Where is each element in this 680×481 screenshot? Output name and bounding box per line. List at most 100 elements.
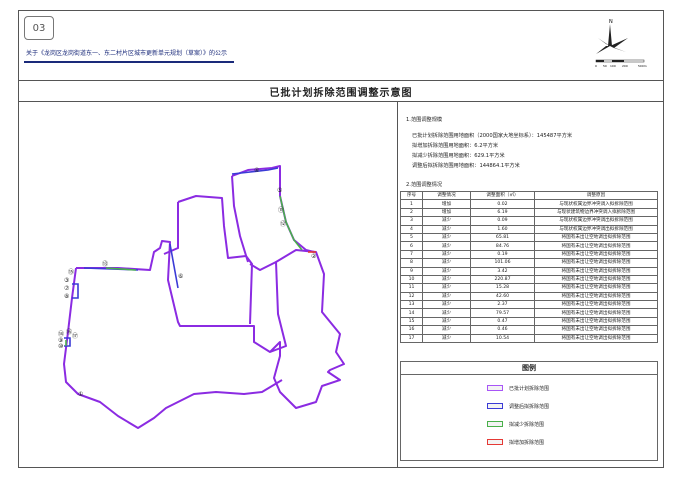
- info-panel: 1.范围调整规模 已批计划拆除范围用地面积（2000国家大地坐标系）：14548…: [398, 102, 664, 468]
- cell-type: 减少: [422, 258, 471, 268]
- cell-area: 84.76: [470, 241, 535, 251]
- cell-no: 8: [400, 258, 423, 268]
- cell-area: 0.46: [470, 325, 535, 335]
- map-label-2: ②: [311, 253, 317, 260]
- legend-label-approved: 已批计划拆除范围: [509, 385, 550, 392]
- site-map-drawing: ① ② ③ ④ ⑤ ⑥ ⑦ ⑧ ⑨ ⑩ ⑪ ⑫ ⑬ ⑭ ⑮ ⑯ ⑰: [58, 165, 345, 429]
- map-label-5: ⑤: [277, 187, 282, 194]
- legend-swatch-increase: [487, 439, 503, 445]
- cell-area: 101.06: [470, 258, 535, 268]
- table-row: 5 减少 65.81 将国有未出让空地调出拟拆除范围: [400, 232, 658, 243]
- main-title: 已批计划拆除范围调整示意图: [18, 80, 664, 102]
- cell-area: 0.09: [470, 216, 535, 226]
- cell-reason: 将国有未出让空地调出拟拆除范围: [534, 333, 658, 344]
- legend-label-increase: 拟增加拆除范围: [509, 439, 545, 446]
- cell-type: 减少: [422, 241, 471, 251]
- cell-area: 0.19: [470, 249, 535, 260]
- cell-reason: 将国有未出让空地调出拟拆除范围: [534, 325, 658, 335]
- cell-no: 2: [400, 207, 423, 218]
- cell-no: 14: [400, 308, 423, 318]
- scale-label-3: 200: [622, 64, 628, 68]
- table-row: 4 减少 1.60 与现状权属边界冲突调出拟拆除范围: [400, 224, 658, 234]
- stat-approved-area: 已批计划拆除范围用地面积（2000国家大地坐标系）：145487平方米: [412, 133, 573, 139]
- cell-area: 10.54: [470, 333, 535, 344]
- adjustment-table: 序号 调整情况 调整面积（㎡） 调整原因 1 增加 0.02 与现状权属边界冲突调入拟…: [400, 190, 658, 344]
- page-number: 03: [24, 16, 54, 40]
- table-row: 9 减少 3.42 将国有未出让空地调出拟拆除范围: [400, 266, 658, 276]
- cell-reason: 将国有未出让空地调出拟拆除范围: [534, 258, 658, 268]
- north-arrow-icon: N 0 50 100 200 500m: [595, 19, 647, 68]
- cell-type: 减少: [422, 283, 471, 293]
- cell-reason: 与现状建筑物边界冲突调入拟拆除范围: [534, 207, 658, 218]
- cell-area: 3.42: [470, 266, 535, 276]
- table-header-row: 序号 调整情况 调整面积（㎡） 调整原因: [400, 190, 658, 201]
- col-header-area: 调整面积（㎡）: [470, 190, 535, 201]
- table-row: 15 减少 0.47 将国有未出让空地调出拟拆除范围: [400, 316, 658, 327]
- cell-no: 9: [400, 266, 423, 276]
- reduce-boundary: [65, 195, 303, 346]
- cell-type: 减少: [422, 291, 471, 302]
- section1-title: 1.范围调整规模: [406, 117, 443, 123]
- table-row: 11 减少 15.28 将国有未出让空地调出拟拆除范围: [400, 283, 658, 293]
- cell-no: 11: [400, 283, 423, 293]
- table-row: 14 减少 79.57 将国有未出让空地调出拟拆除范围: [400, 308, 658, 318]
- col-header-type: 调整情况: [422, 190, 471, 201]
- cell-reason: 与现状权属边界冲突调出拟拆除范围: [534, 216, 658, 226]
- table-row: 16 减少 0.46 将国有未出让空地调出拟拆除范围: [400, 325, 658, 335]
- cell-area: 65.81: [470, 232, 535, 243]
- cell-area: 42.60: [470, 291, 535, 302]
- cell-type: 减少: [422, 266, 471, 276]
- cell-no: 15: [400, 316, 423, 327]
- cell-area: 220.87: [470, 274, 535, 285]
- table-row: 2 增加 6.19 与现状建筑物边界冲突调入拟拆除范围: [400, 207, 658, 218]
- cell-type: 减少: [422, 325, 471, 335]
- cell-no: 16: [400, 325, 423, 335]
- legend-item-reduce: 拟减少拆除范围: [487, 420, 544, 428]
- table-row: 13 减少 2.37 将国有未出让空地调出拟拆除范围: [400, 300, 658, 310]
- legend-swatch-approved: [487, 385, 503, 391]
- map-label-10: ⑩: [58, 343, 63, 350]
- table-row: 7 减少 0.19 将国有未出让空地调出拟拆除范围: [400, 249, 658, 260]
- cell-area: 0.02: [470, 199, 535, 209]
- table-row: 12 减少 42.60 将国有未出让空地调出拟拆除范围: [400, 291, 658, 302]
- cell-area: 79.57: [470, 308, 535, 318]
- cell-type: 减少: [422, 216, 471, 226]
- map-label-12: ⑫: [280, 220, 286, 228]
- table-row: 17 减少 10.54 将国有未出让空地调出拟拆除范围: [400, 333, 658, 344]
- map-label-13: ⑬: [102, 260, 108, 268]
- map-label-11: ⑪: [278, 206, 284, 214]
- table-row: 8 减少 101.06 将国有未出让空地调出拟拆除范围: [400, 258, 658, 268]
- legend-item-approved: 已批计划拆除范围: [487, 384, 549, 392]
- cell-type: 增加: [422, 207, 471, 218]
- cell-reason: 将国有未出让空地调出拟拆除范围: [534, 283, 658, 293]
- cell-type: 减少: [422, 308, 471, 318]
- stat-reduce-area: 拟减少拆除范围用地面积：629.1平方米: [412, 153, 505, 159]
- col-header-reason: 调整原因: [534, 190, 658, 201]
- cell-area: 1.60: [470, 224, 535, 234]
- table-row: 1 增加 0.02 与现状权属边界冲突调入拟拆除范围: [400, 199, 658, 209]
- cell-reason: 将国有未出让空地调出拟拆除范围: [534, 266, 658, 276]
- map-label-15: ⑮: [68, 268, 74, 276]
- cell-no: 7: [400, 249, 423, 260]
- map-label-6: ⑥: [178, 273, 183, 280]
- legend-item-increase: 拟增加拆除范围: [487, 438, 544, 446]
- cell-no: 12: [400, 291, 423, 302]
- cell-area: 0.47: [470, 316, 535, 327]
- col-header-no: 序号: [400, 190, 423, 201]
- scale-label-0: 0: [595, 64, 597, 68]
- cell-reason: 与现状权属边界冲突调入拟拆除范围: [534, 199, 658, 209]
- header-title: 关于《龙岗区龙岗街道东一、东二村片区城市更新单元规划（草案）》的公示: [26, 50, 228, 57]
- cell-reason: 将国有未出让空地调出拟拆除范围: [534, 249, 658, 260]
- cell-reason: 将国有未出让空地调出拟拆除范围: [534, 300, 658, 310]
- cell-type: 减少: [422, 249, 471, 260]
- legend-label-adjusted: 调整后拟拆除范围: [509, 403, 550, 410]
- cell-type: 增加: [422, 199, 471, 209]
- cell-no: 6: [400, 241, 423, 251]
- cell-reason: 将国有未出让空地调出拟拆除范围: [534, 232, 658, 243]
- map-label-8: ⑧: [64, 293, 69, 300]
- section2-title: 2.范围调整情况: [406, 182, 443, 188]
- north-needle: [608, 24, 612, 46]
- map-label-3: ③: [64, 277, 69, 284]
- map-label-17: ⑰: [72, 332, 78, 340]
- cell-reason: 将国有未出让空地调出拟拆除范围: [534, 241, 658, 251]
